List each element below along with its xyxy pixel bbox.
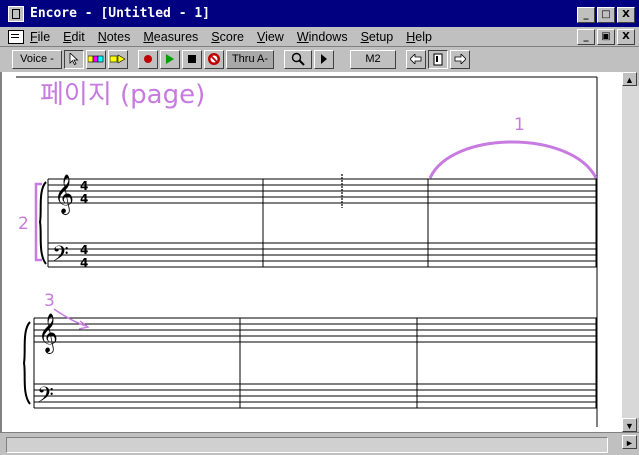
expand-button[interactable]: [314, 49, 334, 69]
play-icon: [166, 54, 174, 64]
arrow-pointer-icon: [69, 53, 79, 65]
score-page[interactable]: 페이지 (page) 𝄞 𝄢 4 4 4 4 2 1 𝄞 𝄢 3: [0, 72, 622, 432]
prev-page-button[interactable]: [406, 49, 426, 69]
page-icon: [433, 53, 443, 65]
annotation-arc: [428, 140, 598, 179]
treble-clef-icon-2: 𝄞: [38, 313, 58, 354]
color-arrow-icon: [110, 54, 126, 64]
system-1-bass-staff: [48, 242, 597, 268]
system-2-brace: [22, 321, 31, 405]
record-icon: [144, 55, 152, 63]
prev-page-icon: [410, 54, 422, 64]
score-canvas: 𝄞 𝄢 4 4 4 4 2 1 𝄞 𝄢 3: [16, 76, 598, 427]
stop-icon: [188, 55, 196, 63]
menu-score[interactable]: Score: [211, 30, 244, 44]
window-title: Encore - [Untitled - 1]: [30, 6, 211, 21]
menu-file[interactable]: File: [30, 30, 50, 44]
measure-indicator[interactable]: M2: [350, 49, 396, 69]
title-bar: Encore - [Untitled - 1] _ □ X: [0, 0, 639, 27]
scroll-up-button[interactable]: ▲: [622, 72, 637, 86]
document-controls: _ ▣ X: [577, 29, 635, 45]
zoom-button[interactable]: [284, 49, 312, 69]
system-1-brace: [38, 181, 47, 265]
menu-windows[interactable]: Windows: [297, 30, 348, 44]
expand-icon: [321, 54, 327, 64]
menu-notes[interactable]: Notes: [98, 30, 131, 44]
menu-measures[interactable]: Measures: [143, 30, 198, 44]
horizontal-scrollbar[interactable]: ►: [0, 432, 639, 455]
time-sig-treble-top: 4: [80, 179, 88, 193]
voice-arrow-button[interactable]: [108, 49, 128, 69]
treble-clef-icon: 𝄞: [54, 174, 74, 215]
annotation-2: 2: [18, 214, 29, 234]
system-2-barlines: [33, 318, 597, 408]
time-sig-bass-bottom: 4: [80, 256, 88, 270]
record-button[interactable]: [138, 49, 158, 69]
minimize-button[interactable]: _: [577, 7, 595, 23]
maximize-button[interactable]: □: [597, 7, 615, 23]
pointer-tool-button[interactable]: [64, 49, 84, 69]
time-sig-bass-top: 4: [80, 243, 88, 257]
system-1-barlines: [47, 179, 597, 267]
scroll-right-button[interactable]: ►: [622, 435, 637, 449]
menu-help[interactable]: Help: [406, 30, 432, 44]
annotation-3: 3: [44, 291, 55, 311]
color-voice-icon: [88, 55, 104, 63]
bass-clef-icon-2: 𝄢: [37, 383, 54, 413]
close-button[interactable]: X: [617, 7, 635, 23]
app-icon[interactable]: [8, 5, 24, 22]
play-button[interactable]: [160, 49, 180, 69]
stop-button[interactable]: [182, 49, 202, 69]
menu-edit[interactable]: Edit: [63, 30, 85, 44]
next-page-button[interactable]: [450, 49, 470, 69]
menu-view[interactable]: View: [257, 30, 284, 44]
document-icon[interactable]: [8, 29, 24, 44]
menu-setup[interactable]: Setup: [361, 30, 394, 44]
time-sig-treble-bottom: 4: [80, 192, 88, 206]
toolbar: Voice - Thru A- M2: [0, 47, 639, 71]
thru-dropdown[interactable]: Thru A-: [226, 49, 274, 69]
scroll-track[interactable]: [622, 86, 639, 418]
scroll-down-button[interactable]: ▼: [622, 418, 637, 432]
system-2-treble-staff: [34, 317, 597, 343]
doc-restore-button[interactable]: ▣: [597, 29, 615, 45]
doc-close-button[interactable]: X: [617, 29, 635, 45]
midi-panic-button[interactable]: [204, 49, 224, 69]
menu-bar: File Edit Notes Measures Score View Wind…: [0, 27, 639, 47]
midi-panic-icon: [208, 53, 220, 65]
voice-color-button[interactable]: [86, 49, 106, 69]
scroll-track-horizontal[interactable]: [6, 437, 608, 453]
annotation-1: 1: [514, 115, 525, 135]
vertical-scrollbar[interactable]: ▲ ▼: [622, 72, 639, 432]
doc-minimize-button[interactable]: _: [577, 29, 595, 45]
window-controls: _ □ X: [577, 7, 635, 23]
bass-clef-icon: 𝄢: [52, 242, 69, 272]
system-1-treble-staff: [48, 178, 597, 204]
next-page-icon: [454, 54, 466, 64]
voice-dropdown[interactable]: Voice -: [12, 49, 62, 69]
zoom-icon: [291, 52, 305, 66]
system-2-bass-staff: [34, 383, 597, 409]
page-view-button[interactable]: [428, 49, 448, 69]
